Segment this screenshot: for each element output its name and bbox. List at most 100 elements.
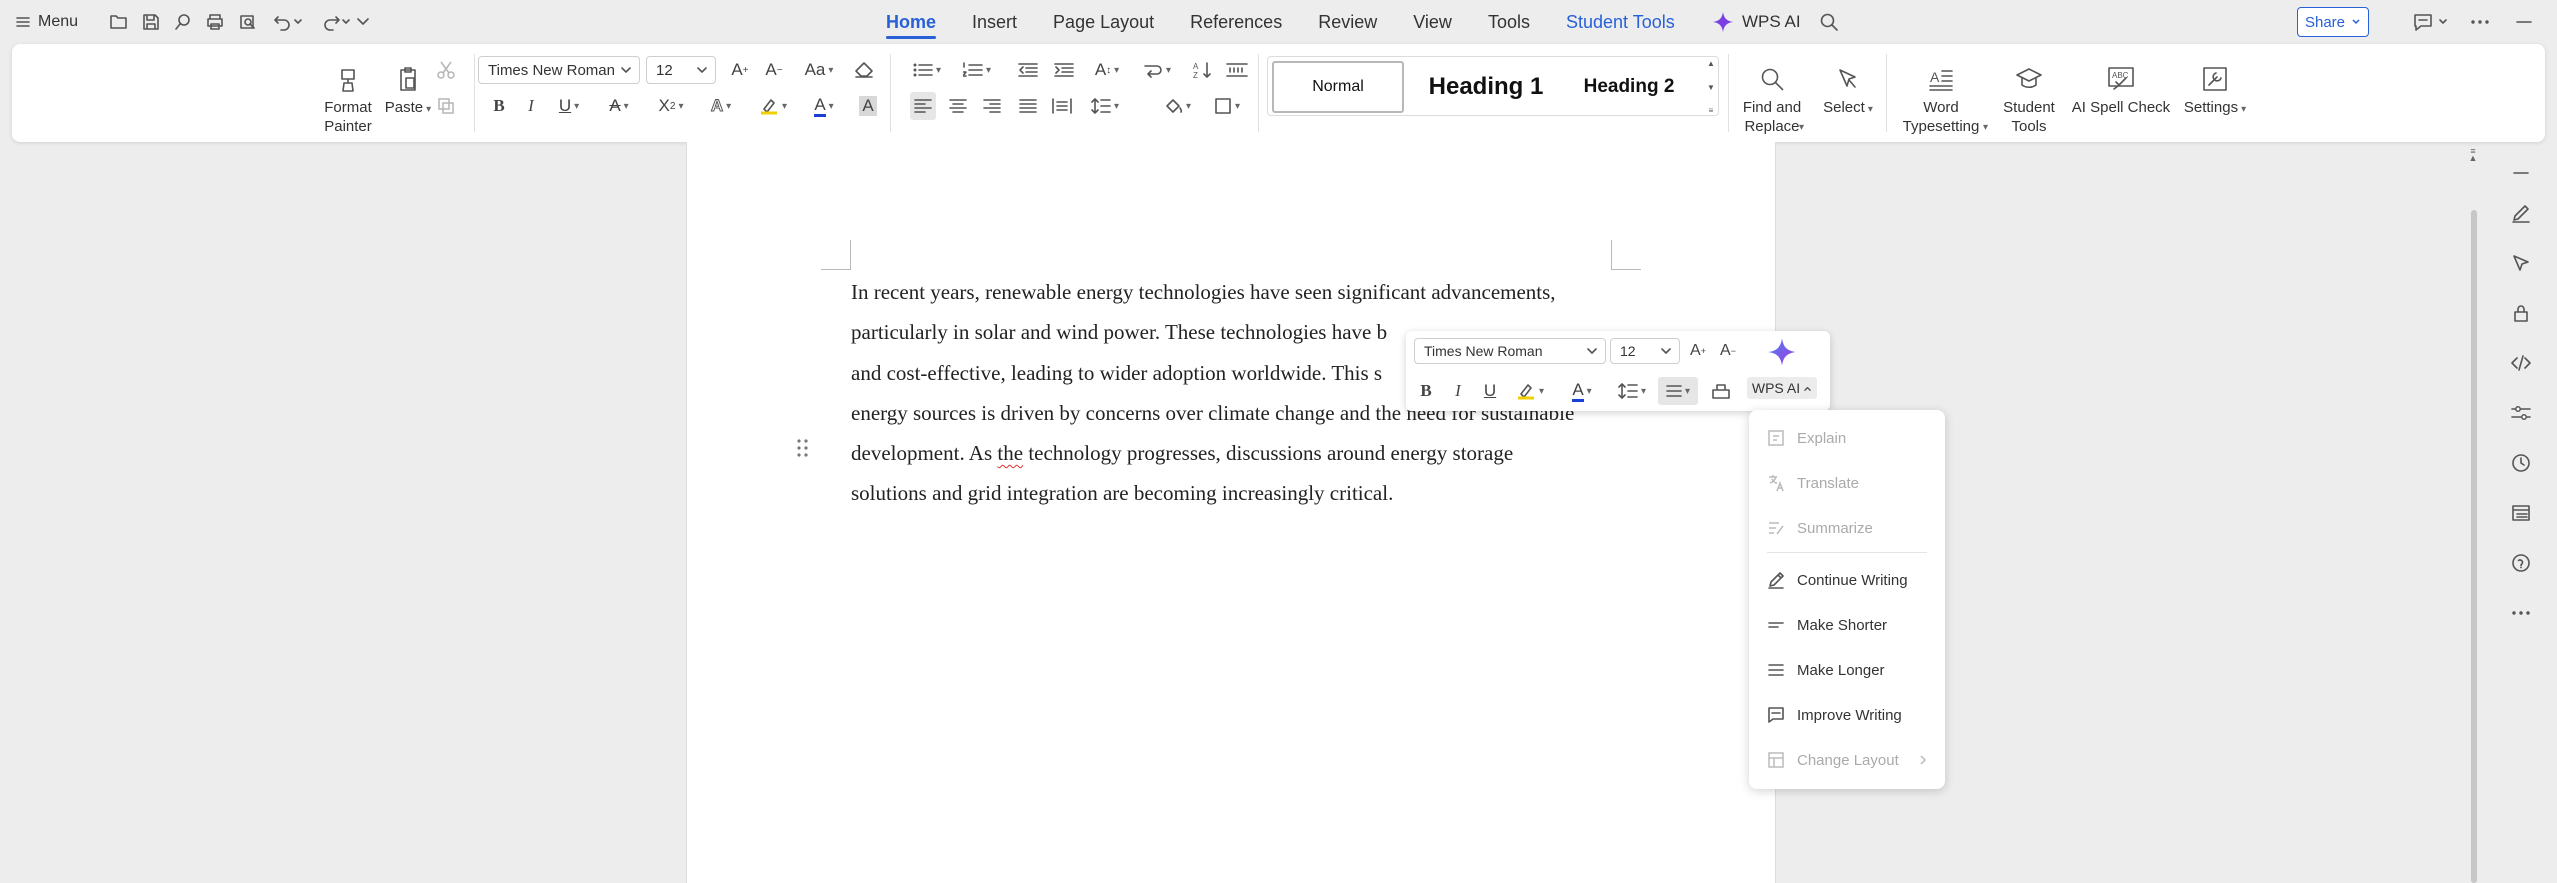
mini-font-color-icon[interactable]: A ▾ [1562, 377, 1602, 405]
decrease-font-size-icon[interactable]: A − [762, 56, 786, 84]
mini-eraser-icon[interactable] [1708, 377, 1734, 405]
mini-font-size-select[interactable]: 12 [1610, 338, 1680, 364]
align-center-icon[interactable] [946, 92, 970, 120]
styles-scroll[interactable]: ▲ ▼ ≡ [1704, 59, 1718, 115]
strikethrough-icon[interactable]: A ▾ [602, 92, 636, 120]
style-normal[interactable]: Normal [1272, 61, 1404, 113]
ai-menu-make-shorter[interactable]: Make Shorter [1767, 610, 1937, 640]
mini-decrease-font-icon[interactable]: A − [1716, 337, 1740, 365]
comment-icon[interactable] [2412, 9, 2448, 35]
tab-insert[interactable]: Insert [954, 0, 1035, 44]
align-left-icon[interactable] [910, 92, 936, 120]
select-button[interactable]: Select ▾ [1820, 62, 1876, 119]
menu-button[interactable]: Menu [16, 8, 78, 36]
ai-menu-change-layout[interactable]: Change Layout [1767, 745, 1937, 775]
justify-icon[interactable] [1016, 92, 1040, 120]
find-replace-button[interactable]: Find and Replace [1736, 62, 1808, 136]
line-spacing-icon[interactable]: ▾ [1086, 92, 1124, 120]
ai-menu-make-longer[interactable]: Make Longer [1767, 655, 1937, 685]
style-heading-2[interactable]: Heading 2 [1564, 61, 1694, 113]
line-break-icon[interactable]: ▾ [1138, 56, 1176, 84]
spelling-flag[interactable]: the [997, 441, 1023, 465]
mini-bold-icon[interactable]: B [1414, 377, 1438, 405]
chevron-up-icon[interactable]: ▲ [1707, 59, 1715, 68]
help-icon[interactable] [2508, 550, 2534, 576]
history-icon[interactable] [2508, 450, 2534, 476]
student-tools-button[interactable]: Student Tools [1998, 62, 2060, 136]
settings-button[interactable]: Settings ▾ [2172, 62, 2258, 119]
word-typesetting-button[interactable]: A Word Typesetting [1894, 62, 1988, 136]
sort-icon[interactable]: AZ [1190, 56, 1216, 84]
style-heading-1[interactable]: Heading 1 [1416, 61, 1556, 113]
ai-menu-improve-writing[interactable]: Improve Writing [1767, 700, 1937, 730]
quick-access-more-icon[interactable] [350, 9, 376, 35]
text-effect-icon[interactable]: A ▾ [704, 92, 738, 120]
document-page[interactable]: In recent years, renewable energy techno… [686, 142, 1776, 883]
copy-icon[interactable] [436, 96, 456, 116]
mini-wps-ai-button[interactable]: WPS AI [1746, 337, 1818, 409]
open-icon[interactable] [106, 9, 132, 35]
highlight-icon[interactable]: ▾ [754, 92, 792, 120]
format-brush-icon[interactable] [170, 9, 196, 35]
undo-icon[interactable] [270, 9, 306, 35]
tab-student-tools[interactable]: Student Tools [1548, 0, 1693, 44]
paste-button[interactable]: Paste ▾ [376, 62, 440, 119]
mini-highlight-icon[interactable]: ▾ [1510, 377, 1550, 405]
mini-italic-icon[interactable]: I [1446, 377, 1470, 405]
increase-font-size-icon[interactable]: A + [728, 56, 752, 84]
cut-icon[interactable] [436, 60, 456, 80]
more-options-icon[interactable] [2508, 600, 2534, 626]
ai-menu-continue-writing[interactable]: Continue Writing [1767, 565, 1937, 595]
cursor-icon[interactable] [2508, 250, 2534, 276]
save-icon[interactable] [138, 9, 164, 35]
change-case-icon[interactable]: Aa ▾ [800, 56, 838, 84]
clear-formatting-icon[interactable] [852, 56, 876, 84]
print-icon[interactable] [202, 9, 228, 35]
pen-icon[interactable] [2508, 200, 2534, 226]
redo-icon[interactable] [318, 9, 354, 35]
show-formatting-marks-icon[interactable] [1224, 56, 1250, 84]
underline-icon[interactable]: U ▾ [552, 92, 586, 120]
scrollbar-thumb[interactable] [2471, 210, 2477, 883]
expand-gallery-icon[interactable]: ≡ [1709, 106, 1714, 115]
mini-font-name-select[interactable]: Times New Roman [1414, 338, 1606, 364]
outline-icon[interactable] [2508, 500, 2534, 526]
collapse-panel-icon[interactable] [2508, 160, 2534, 186]
font-color-icon[interactable]: A ▾ [806, 92, 842, 120]
tab-references[interactable]: References [1172, 0, 1300, 44]
increase-indent-icon[interactable] [1052, 56, 1076, 84]
drag-handle-icon[interactable] [796, 438, 810, 458]
distributed-icon[interactable] [1050, 92, 1074, 120]
wps-ai-button[interactable]: WPS AI [1712, 8, 1801, 36]
tab-review[interactable]: Review [1300, 0, 1395, 44]
collapse-ribbon-icon[interactable] [2515, 9, 2533, 35]
lock-icon[interactable] [2508, 300, 2534, 326]
code-icon[interactable] [2508, 350, 2534, 376]
font-size-select[interactable]: 12 [646, 56, 716, 84]
mini-line-spacing-icon[interactable]: ▾ [1612, 377, 1652, 405]
align-right-icon[interactable] [980, 92, 1004, 120]
ai-menu-explain[interactable]: Explain [1767, 423, 1937, 453]
text-direction-icon[interactable]: A ↕ ▾ [1088, 56, 1126, 84]
mini-underline-icon[interactable]: U [1478, 377, 1502, 405]
chevron-down-icon[interactable]: ▼ [1707, 83, 1715, 92]
tab-home[interactable]: Home [868, 0, 954, 44]
tab-view[interactable]: View [1395, 0, 1470, 44]
ai-menu-summarize[interactable]: Summarize [1767, 513, 1937, 543]
numbering-icon[interactable]: ▾ [958, 56, 996, 84]
search-icon[interactable] [1816, 9, 1842, 35]
mini-align-icon[interactable]: ▾ [1658, 377, 1698, 405]
font-name-select[interactable]: Times New Roman [478, 56, 640, 84]
tab-page-layout[interactable]: Page Layout [1035, 0, 1172, 44]
shading-icon[interactable]: ▾ [1158, 92, 1196, 120]
more-options-icon[interactable] [2470, 9, 2490, 35]
share-button[interactable]: Share [2297, 7, 2369, 37]
character-shading-icon[interactable]: A [856, 92, 880, 120]
print-preview-icon[interactable] [235, 9, 261, 35]
superscript-icon[interactable]: X 2 ▾ [652, 92, 690, 120]
ruler-toggle-icon[interactable]: ≡ ▲ [2467, 147, 2479, 163]
bold-icon[interactable]: B [488, 92, 510, 120]
bullets-icon[interactable]: ▾ [908, 56, 946, 84]
mini-increase-font-icon[interactable]: A + [1686, 337, 1710, 365]
ai-menu-translate[interactable]: Translate [1767, 468, 1937, 498]
